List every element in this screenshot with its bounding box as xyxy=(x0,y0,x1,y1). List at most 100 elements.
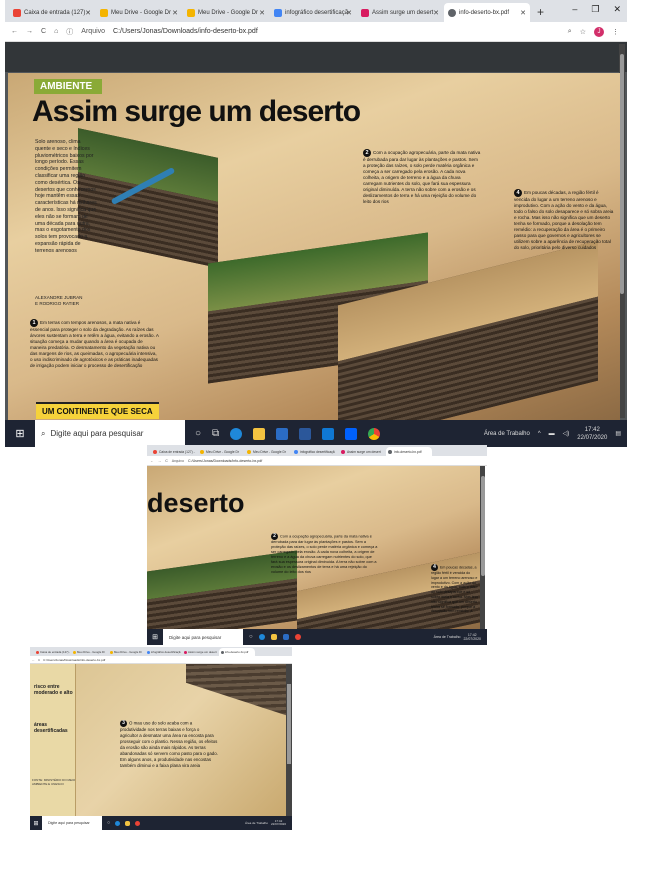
reload-icon[interactable]: C xyxy=(165,459,168,463)
zoom-icon[interactable]: ⌕ xyxy=(568,28,572,36)
url-field[interactable]: C:/Users/Jonas/Downloads/info-deserto-bx… xyxy=(113,28,258,35)
volume-icon[interactable]: ◁) xyxy=(563,430,570,437)
close-icon[interactable]: ✕ xyxy=(433,9,439,17)
back-icon[interactable]: ← xyxy=(150,459,154,463)
forward-icon[interactable]: → xyxy=(158,459,162,463)
scrollbar-thumb[interactable] xyxy=(620,54,624,294)
desktop-label[interactable]: Área de Trabalho xyxy=(484,431,530,437)
windows-start-icon[interactable]: ⊞ xyxy=(147,629,163,645)
tab-google-search[interactable]: infográfico desertificaçã xyxy=(292,447,338,456)
tab-google-search[interactable]: infográfico desertificaçã ✕ xyxy=(270,3,356,22)
address-label: Arquivo xyxy=(81,28,106,35)
tab-article[interactable]: Assim surge um desert ✕ xyxy=(357,3,443,22)
tab-gmail[interactable]: Caixa de entrada (127) - xyxy=(151,447,197,456)
taskbar-search[interactable]: Digite aqui para pesquisar xyxy=(163,629,243,645)
windows-taskbar: ⊞ Digite aqui para pesquisar ○ Área de T… xyxy=(30,816,292,830)
network-icon[interactable]: ▬ xyxy=(549,431,555,437)
edge-icon[interactable] xyxy=(230,427,243,440)
new-tab-button[interactable]: + xyxy=(537,5,544,19)
menu-icon[interactable]: ⋮ xyxy=(612,28,619,36)
chrome-icon[interactable] xyxy=(368,427,381,440)
tab-drive-2[interactable]: Meu Drive - Google Dr ✕ xyxy=(183,3,269,22)
tab-drive-2[interactable]: Meu Drive - Google Dr xyxy=(108,648,144,656)
close-window-icon[interactable]: ✕ xyxy=(613,4,621,15)
taskbar-search[interactable]: Digite aqui para pesquisar xyxy=(42,816,102,830)
tab-pdf[interactable]: info-deserto-bx.pdf xyxy=(386,447,432,456)
edge-icon[interactable] xyxy=(258,634,265,640)
maximize-icon[interactable]: ❐ xyxy=(591,4,599,15)
clock[interactable]: 17:42 22/07/2020 xyxy=(271,819,286,827)
globe-icon xyxy=(388,449,392,454)
back-icon[interactable]: ← xyxy=(11,28,18,35)
store-bag-icon[interactable] xyxy=(322,427,335,440)
file-explorer-icon[interactable] xyxy=(270,634,277,640)
tab-pdf[interactable]: info-deserto-bx.pdf ✕ xyxy=(444,3,530,22)
tab-drive-1[interactable]: Meu Drive - Google Dr xyxy=(198,447,244,456)
scrollbar-thumb[interactable] xyxy=(481,476,485,576)
close-icon[interactable]: ✕ xyxy=(520,9,526,17)
chevron-up-icon[interactable]: ^ xyxy=(538,431,541,437)
star-icon[interactable]: ☆ xyxy=(580,28,586,36)
file-explorer-icon[interactable] xyxy=(253,427,266,440)
chrome-icon[interactable] xyxy=(294,634,301,640)
dropbox-icon[interactable] xyxy=(345,427,358,440)
close-icon[interactable]: ✕ xyxy=(346,9,352,17)
notifications-icon[interactable]: ▤ xyxy=(615,430,621,437)
chrome-icon[interactable] xyxy=(135,820,141,826)
home-icon[interactable]: ⌂ xyxy=(54,28,58,35)
tab-gmail[interactable]: Caixa de entrada (127) - ✕ xyxy=(9,3,95,22)
file-explorer-icon[interactable] xyxy=(125,820,131,826)
task-view-icon[interactable]: ⧉ xyxy=(212,428,219,439)
page-title: Assim surge um deserto xyxy=(32,95,361,128)
drive-icon xyxy=(73,650,76,654)
avatar[interactable]: J xyxy=(594,26,604,37)
store-icon[interactable] xyxy=(276,427,289,440)
tab-bar: Caixa de entrada (127) - ✕ Meu Drive - Go… xyxy=(5,0,627,22)
step-number: 3 xyxy=(120,720,127,727)
clock[interactable]: 17:42 22/07/2020 xyxy=(577,426,607,442)
tab-drive-1[interactable]: Meu Drive - Google Dr ✕ xyxy=(96,3,182,22)
address-bar: ← C C:/Users/Jonas/Downloads/info-desert… xyxy=(30,656,292,664)
reload-icon[interactable]: C xyxy=(38,658,40,662)
tab-pdf[interactable]: info-deserto-bx.pdf xyxy=(219,648,255,656)
site-icon xyxy=(341,449,345,454)
forward-icon[interactable]: → xyxy=(26,28,33,35)
url-field[interactable]: C:/Users/Jonas/Downloads/info-deserto-bx… xyxy=(43,658,105,662)
windows-taskbar: ⊞ ⌕ Digite aqui para pesquisar ○ ⧉ Área d… xyxy=(5,420,627,447)
terrain-block-1 xyxy=(78,128,218,268)
cortana-icon[interactable]: ○ xyxy=(195,428,201,439)
google-icon xyxy=(147,650,150,654)
scrollbar[interactable] xyxy=(480,466,485,629)
close-icon[interactable]: ✕ xyxy=(172,9,178,17)
back-icon[interactable]: ← xyxy=(32,658,35,662)
minimize-icon[interactable]: – xyxy=(572,4,577,15)
cortana-icon[interactable]: ○ xyxy=(107,820,110,826)
taskbar-apps: ○ xyxy=(249,634,301,640)
rock-strata xyxy=(186,664,286,716)
windows-start-icon[interactable]: ⊞ xyxy=(30,816,42,830)
url-field[interactable]: C:/Users/Jonas/Downloads/info-deserto-bx… xyxy=(188,459,262,463)
tab-article[interactable]: Assim surge um desert xyxy=(182,648,218,656)
scrollbar[interactable] xyxy=(286,664,292,816)
tab-gmail[interactable]: Caixa de entrada (127) - xyxy=(34,648,70,656)
word-icon[interactable] xyxy=(299,427,312,440)
screenshot-zoomed-2: Caixa de entrada (127) - Meu Drive - Goo… xyxy=(147,445,487,645)
close-icon[interactable]: ✕ xyxy=(85,9,91,17)
drive-icon xyxy=(100,8,108,17)
tab-drive-2[interactable]: Meu Drive - Google Dr xyxy=(245,447,291,456)
step-number: 2 xyxy=(271,533,278,540)
close-icon[interactable]: ✕ xyxy=(259,9,265,17)
windows-start-icon[interactable]: ⊞ xyxy=(5,420,35,447)
tab-drive-1[interactable]: Meu Drive - Google Dr xyxy=(71,648,107,656)
cortana-icon[interactable]: ○ xyxy=(249,634,253,640)
clock[interactable]: 17:42 22/07/2020 xyxy=(463,633,481,641)
taskbar-search[interactable]: ⌕ Digite aqui para pesquisar xyxy=(35,420,185,447)
tab-google-search[interactable]: infográfico desertificaçã xyxy=(145,648,181,656)
system-tray: Área de Trabalho 17:42 22/07/2020 xyxy=(244,818,286,827)
store-icon[interactable] xyxy=(282,634,289,640)
edge-icon[interactable] xyxy=(115,820,121,826)
scrollbar-thumb[interactable] xyxy=(287,684,291,764)
reload-icon[interactable]: C xyxy=(41,28,46,35)
tab-article[interactable]: Assim surge um desert xyxy=(339,447,385,456)
drive-icon xyxy=(200,449,204,454)
